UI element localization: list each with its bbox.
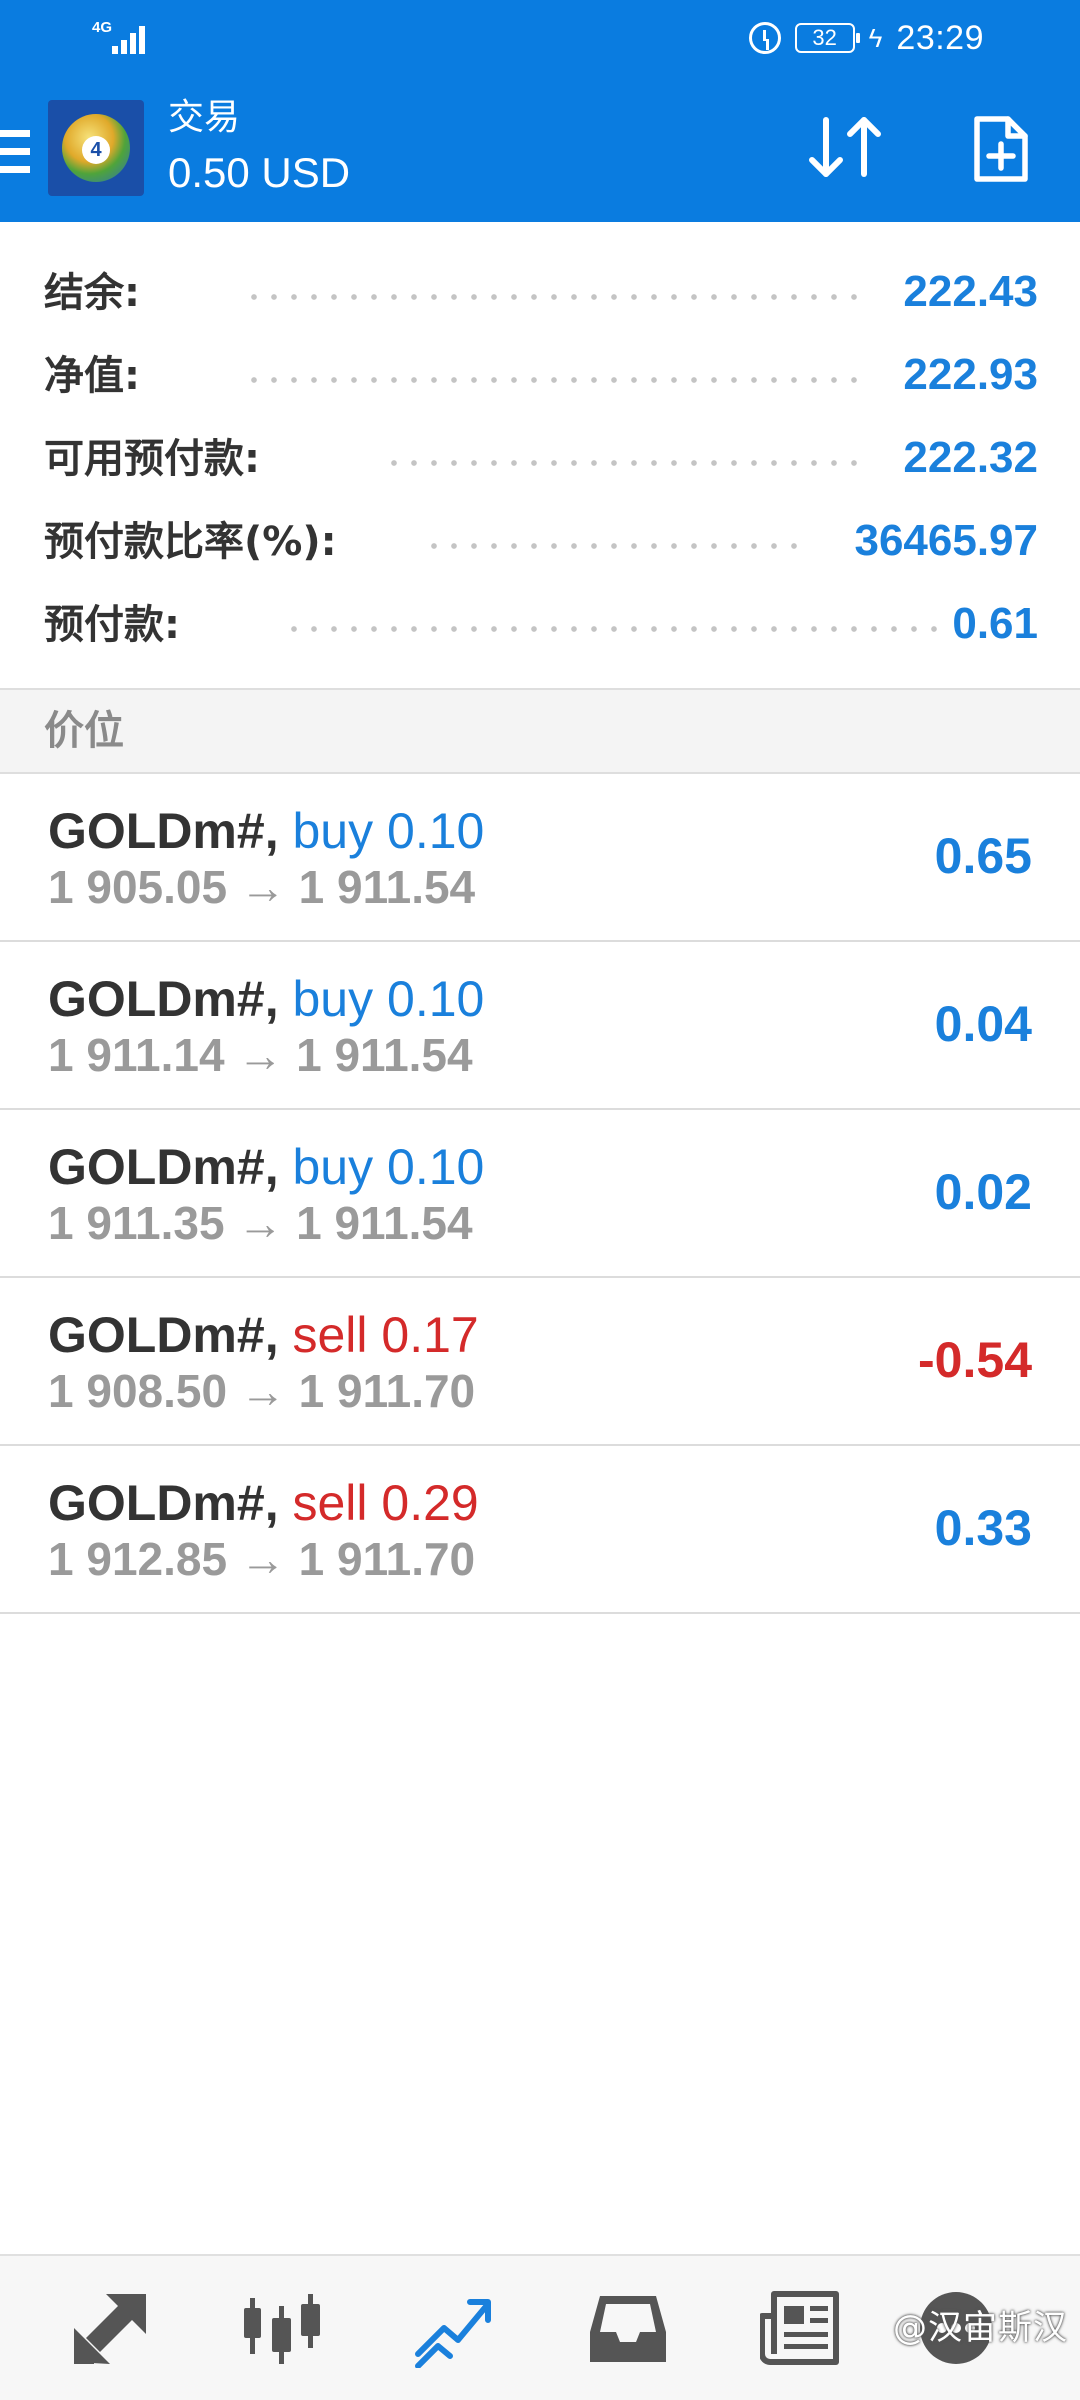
position-prices: 1 911.35 → 1 911.54 bbox=[48, 1197, 473, 1249]
leader-dots bbox=[284, 626, 938, 632]
position-title: GOLDm#, buy 0.10 bbox=[48, 1138, 484, 1196]
alarm-icon bbox=[748, 22, 781, 54]
position-profit: 0.33 bbox=[934, 1500, 1032, 1556]
position-symbol: GOLDm#, bbox=[48, 1307, 279, 1363]
position-prices: 1 908.50 → 1 911.70 bbox=[48, 1365, 476, 1417]
summary-value: 0.61 bbox=[952, 599, 1038, 648]
signal-indicator: 4G bbox=[92, 20, 152, 56]
leader-dots bbox=[424, 543, 798, 549]
history-icon[interactable] bbox=[588, 2288, 668, 2368]
app-bar: 4 交易 0.50 USD bbox=[0, 78, 1080, 222]
menu-icon[interactable] bbox=[0, 130, 30, 174]
position-row[interactable]: GOLDm#, buy 0.10 1 911.35 → 1 911.54 0.0… bbox=[0, 1110, 1080, 1278]
position-title: GOLDm#, sell 0.17 bbox=[48, 1306, 479, 1364]
positions-list: GOLDm#, buy 0.10 1 905.05 → 1 911.54 0.6… bbox=[0, 774, 1080, 1614]
new-order-icon[interactable] bbox=[972, 114, 1030, 184]
app-logo: 4 bbox=[48, 100, 144, 196]
trade-icon[interactable] bbox=[414, 2288, 494, 2368]
charging-icon: ϟ bbox=[868, 23, 883, 53]
summary-label: 预付款: bbox=[44, 602, 180, 648]
quotes-icon[interactable] bbox=[70, 2288, 150, 2368]
position-row[interactable]: GOLDm#, sell 0.17 1 908.50 → 1 911.70 -0… bbox=[0, 1278, 1080, 1446]
status-time: 23:29 bbox=[896, 19, 984, 57]
position-profit: -0.54 bbox=[918, 1332, 1032, 1388]
leader-dots bbox=[244, 377, 858, 383]
summary-row-margin-level: 预付款比率(%): 36465.97 bbox=[44, 505, 1038, 575]
position-title: GOLDm#, buy 0.10 bbox=[48, 970, 484, 1028]
summary-label: 净值: bbox=[44, 353, 140, 399]
summary-value: 222.43 bbox=[903, 267, 1038, 316]
summary-value: 36465.97 bbox=[854, 516, 1038, 565]
position-side: sell 0.29 bbox=[292, 1475, 479, 1531]
position-prices: 1 905.05 → 1 911.54 bbox=[48, 861, 476, 913]
network-type: 4G bbox=[92, 19, 113, 36]
watermark: @汉宙斯汉 bbox=[893, 2308, 1068, 2348]
sort-icon[interactable] bbox=[806, 112, 884, 182]
account-summary: 结余: 222.43 净值: 222.93 可用预付款: 222.32 预付款比… bbox=[0, 222, 1080, 688]
position-symbol: GOLDm#, bbox=[48, 1475, 279, 1531]
news-icon[interactable] bbox=[760, 2288, 840, 2368]
summary-value: 222.93 bbox=[903, 350, 1038, 399]
position-prices: 1 912.85 → 1 911.70 bbox=[48, 1533, 476, 1585]
position-side: buy 0.10 bbox=[292, 971, 485, 1027]
leader-dots bbox=[384, 460, 858, 466]
section-title: 价位 bbox=[44, 708, 124, 754]
position-row[interactable]: GOLDm#, sell 0.29 1 912.85 → 1 911.70 0.… bbox=[0, 1446, 1080, 1614]
bottom-nav: @汉宙斯汉 bbox=[0, 2254, 1080, 2400]
status-bar: 4G 32 ϟ 23:29 bbox=[0, 0, 1080, 78]
position-symbol: GOLDm#, bbox=[48, 1139, 279, 1195]
position-profit: 0.65 bbox=[934, 828, 1032, 884]
position-side: sell 0.17 bbox=[292, 1307, 479, 1363]
summary-row-equity: 净值: 222.93 bbox=[44, 339, 1038, 409]
position-row[interactable]: GOLDm#, buy 0.10 1 905.05 → 1 911.54 0.6… bbox=[0, 774, 1080, 942]
summary-row-free-margin: 可用预付款: 222.32 bbox=[44, 422, 1038, 492]
position-title: GOLDm#, buy 0.10 bbox=[48, 802, 484, 860]
position-symbol: GOLDm#, bbox=[48, 803, 279, 859]
battery-icon: 32 bbox=[794, 23, 860, 53]
summary-label: 可用预付款: bbox=[44, 436, 260, 482]
chart-icon[interactable] bbox=[242, 2288, 322, 2368]
summary-label: 结余: bbox=[44, 270, 140, 316]
total-profit: 0.50 USD bbox=[168, 149, 351, 196]
position-row[interactable]: GOLDm#, buy 0.10 1 911.14 → 1 911.54 0.0… bbox=[0, 942, 1080, 1110]
position-profit: 0.04 bbox=[934, 996, 1032, 1052]
position-title: GOLDm#, sell 0.29 bbox=[48, 1474, 479, 1532]
top-bar: 4G 32 ϟ 23:29 4 交易 0.50 USD bbox=[0, 0, 1080, 222]
page-title: 交易 bbox=[168, 97, 241, 138]
position-side: buy 0.10 bbox=[292, 803, 485, 859]
position-side: buy 0.10 bbox=[292, 1139, 485, 1195]
positions-section-header: 价位 bbox=[0, 688, 1080, 774]
summary-value: 222.32 bbox=[903, 433, 1038, 482]
summary-row-balance: 结余: 222.43 bbox=[44, 256, 1038, 326]
position-symbol: GOLDm#, bbox=[48, 971, 279, 1027]
status-right: 32 ϟ 23:29 bbox=[748, 18, 984, 58]
signal-bars-icon bbox=[112, 22, 152, 54]
summary-label: 预付款比率(%): bbox=[44, 519, 337, 565]
battery-level: 32 bbox=[812, 25, 837, 50]
summary-row-margin: 预付款: 0.61 bbox=[44, 588, 1038, 658]
leader-dots bbox=[244, 294, 858, 300]
position-profit: 0.02 bbox=[934, 1164, 1032, 1220]
position-prices: 1 911.14 → 1 911.54 bbox=[48, 1029, 473, 1081]
